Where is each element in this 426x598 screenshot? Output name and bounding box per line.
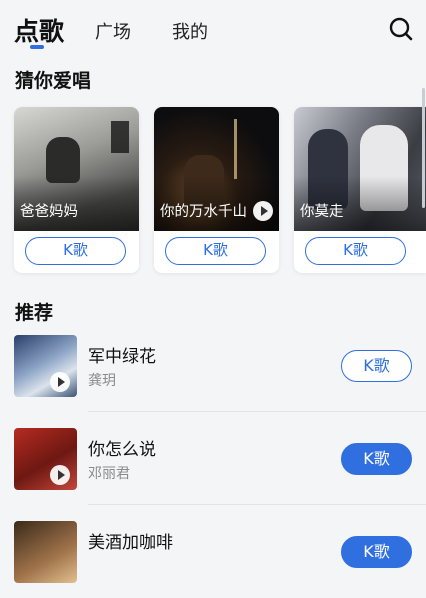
k-song-button[interactable]: K歌 <box>305 237 406 265</box>
song-card[interactable]: 你的万水千山 K歌 <box>154 107 279 273</box>
k-song-button[interactable]: K歌 <box>25 237 126 265</box>
song-thumbnail <box>14 521 77 583</box>
album-cover: 你的万水千山 <box>154 107 279 231</box>
search-icon <box>389 17 413 41</box>
album-cover: 你莫走 <box>294 107 426 231</box>
k-song-button[interactable]: K歌 <box>341 443 412 475</box>
song-title: 美酒加咖啡 <box>88 533 173 553</box>
song-title: 军中绿花 <box>88 347 156 367</box>
card-title: 你的万水千山 <box>160 204 247 220</box>
cover-decoration <box>234 119 237 179</box>
song-artist: 邓丽君 <box>88 466 130 482</box>
tab-mine[interactable]: 我的 <box>172 18 208 44</box>
k-song-button[interactable]: K歌 <box>341 536 412 568</box>
divider <box>88 504 426 505</box>
play-icon[interactable] <box>253 201 273 221</box>
card-title: 你莫走 <box>300 204 344 220</box>
section-title-guess: 猜你爱唱 <box>15 70 92 92</box>
play-icon[interactable] <box>50 465 70 485</box>
k-song-button[interactable]: K歌 <box>341 350 412 382</box>
song-card[interactable]: 爸爸妈妈 K歌 <box>14 107 139 273</box>
section-title-recommend: 推荐 <box>15 302 54 324</box>
cover-decoration <box>111 121 129 153</box>
search-button[interactable] <box>388 16 414 42</box>
tab-plaza[interactable]: 广场 <box>95 18 131 44</box>
song-artist: 龚玥 <box>88 373 116 389</box>
active-tab-indicator <box>30 45 44 49</box>
k-song-button[interactable]: K歌 <box>165 237 266 265</box>
song-title: 你怎么说 <box>88 440 156 460</box>
song-card[interactable]: 你莫走 K歌 <box>294 107 426 273</box>
album-cover: 爸爸妈妈 <box>14 107 139 231</box>
top-tab-bar: 点歌 广场 我的 <box>0 0 426 56</box>
list-item[interactable]: 你怎么说 邓丽君 K歌 <box>0 425 426 505</box>
song-thumbnail <box>14 335 77 397</box>
play-icon[interactable] <box>50 372 70 392</box>
song-thumbnail <box>14 428 77 490</box>
tab-diange[interactable]: 点歌 <box>14 12 64 48</box>
card-title: 爸爸妈妈 <box>20 204 78 220</box>
list-item[interactable]: 美酒加咖啡 K歌 <box>0 518 426 598</box>
scrollbar[interactable] <box>422 88 425 208</box>
list-item[interactable]: 军中绿花 龚玥 K歌 <box>0 332 426 412</box>
divider <box>88 411 426 412</box>
